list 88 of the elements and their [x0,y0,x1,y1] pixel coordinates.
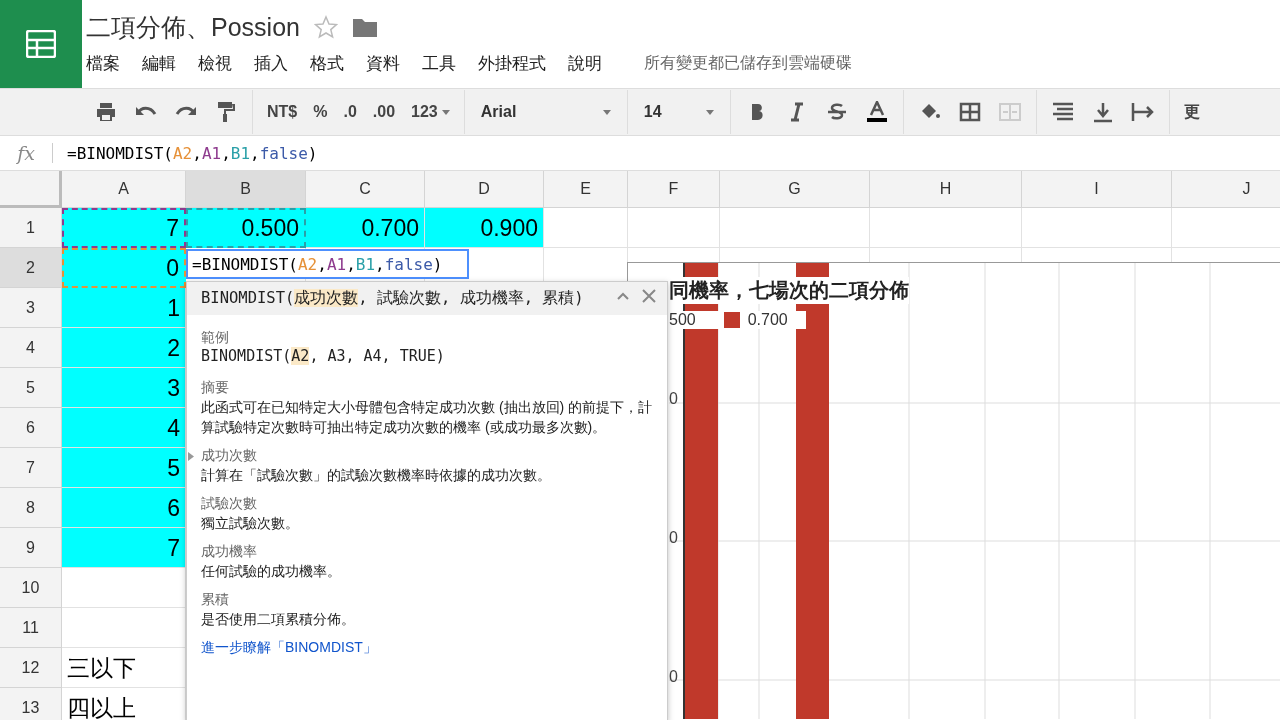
table-cell[interactable]: 4 [62,408,186,448]
row-header[interactable]: 12 [0,648,62,688]
document-title[interactable]: 二項分佈、Possion [86,10,300,44]
column-header[interactable]: C [306,171,425,208]
column-header[interactable]: D [425,171,544,208]
column-header[interactable]: G [720,171,870,208]
table-cell[interactable]: 7 [62,528,186,568]
table-cell[interactable]: 0.500 [186,208,306,248]
legend-label: 500 [669,311,696,329]
font-dropdown[interactable]: Arial [470,95,621,129]
column-header[interactable]: B [186,171,306,208]
cell-editor[interactable]: =BINOMDIST(A2,A1,B1,false) [186,249,469,279]
font-size-dropdown[interactable]: 14 [633,95,724,129]
row-header[interactable]: 8 [0,488,62,528]
currency-button[interactable]: NT$ [259,95,306,129]
axis-label: 0 [669,390,678,408]
star-icon[interactable] [313,15,338,39]
axis-label: 0 [669,668,678,686]
empty-cell[interactable] [720,208,870,248]
argument-name: 成功次數 [201,447,258,465]
menu-item[interactable]: 編輯 [142,52,188,75]
folder-icon[interactable] [351,16,378,38]
argument-name: 成功機率 [201,543,258,561]
table-cell[interactable]: 3 [62,368,186,408]
table-cell[interactable]: 0.700 [306,208,425,248]
menu-item[interactable]: 資料 [366,52,412,75]
empty-cell[interactable] [870,208,1022,248]
menu-item[interactable]: 檔案 [86,52,132,75]
table-cell[interactable]: 6 [62,488,186,528]
sheets-logo-icon[interactable] [0,0,82,88]
function-icon: fx [0,142,52,164]
row-header[interactable]: 6 [0,408,62,448]
column-header[interactable]: F [628,171,720,208]
more-button[interactable]: 更 [1175,95,1208,129]
row-header[interactable]: 7 [0,448,62,488]
row-header[interactable]: 13 [0,688,62,720]
row-header[interactable]: 9 [0,528,62,568]
argument-description: 計算在「試驗次數」的試驗次數機率時依據的成功次數。 [201,466,552,485]
percent-button[interactable]: % [305,95,336,129]
column-header[interactable]: I [1022,171,1172,208]
column-header[interactable]: E [544,171,628,208]
number-format-dropdown[interactable]: 123 [403,95,458,129]
menu-item[interactable]: 檢視 [198,52,244,75]
table-cell[interactable]: 2 [62,328,186,368]
caret-icon [602,109,611,115]
increase-decimals-button[interactable]: .00 [364,95,404,129]
menu-item[interactable]: 格式 [310,52,356,75]
chart-title: 同機率，七場次的二項分佈 [669,277,909,304]
save-status: 所有變更都已儲存到雲端硬碟 [644,53,852,73]
row-header[interactable]: 3 [0,288,62,328]
column-header[interactable]: H [870,171,1022,208]
axis-label: 0 [669,529,678,547]
menu-item[interactable]: 插入 [254,52,300,75]
argument-description: 是否使用二項累積分佈。 [201,610,356,629]
row-header[interactable]: 2 [0,248,62,288]
column-header[interactable]: A [62,171,186,208]
row-header[interactable]: 1 [0,208,62,248]
column-header[interactable]: J [1172,171,1280,208]
menu-item[interactable]: 說明 [568,52,614,75]
argument-name: 試驗次數 [201,495,258,513]
argument-name: 累積 [201,591,230,609]
row-header[interactable]: 11 [0,608,62,648]
formula-field[interactable]: =BINOMDIST(A2,A1,B1,false) [67,143,318,163]
row-header[interactable]: 5 [0,368,62,408]
section-label: 範例 [201,329,230,347]
table-cell[interactable]: 0 [62,248,186,288]
menu-item[interactable]: 外掛程式 [478,52,558,75]
table-cell[interactable]: 0.900 [425,208,544,248]
argument-description: 任何試驗的成功機率。 [201,562,342,581]
empty-cell[interactable] [1022,208,1172,248]
legend-label: 0.700 [747,311,788,329]
table-cell[interactable]: 7 [62,208,186,248]
example-text: BINOMDIST(A2, A3, A4, TRUE) [201,347,446,365]
decrease-decimals-button[interactable]: .0 [335,95,365,129]
learn-more-link[interactable]: 進一步瞭解「BINOMDIST」 [201,639,653,657]
argument-description: 獨立試驗次數。 [201,514,300,533]
table-cell[interactable]: 1 [62,288,186,328]
table-cell[interactable]: 5 [62,448,186,488]
function-signature: BINOMDIST(成功次數, 試驗次數, 成功機率, 累積) [201,288,585,309]
summary-text: 此函式可在已知特定大小母體包含特定成功次數 (抽出放回) 的前提下，計算試驗特定次數時可抽出特定成功次數的機率 (或成功最多次數)。 [201,398,653,437]
menu-item[interactable]: 工具 [422,52,468,75]
section-label: 摘要 [201,379,230,397]
close-icon[interactable] [641,288,657,304]
row-header[interactable]: 10 [0,568,62,608]
caret-icon [705,109,714,115]
row-header[interactable]: 4 [0,328,62,368]
caret-icon [441,109,450,115]
empty-cell[interactable] [628,208,720,248]
